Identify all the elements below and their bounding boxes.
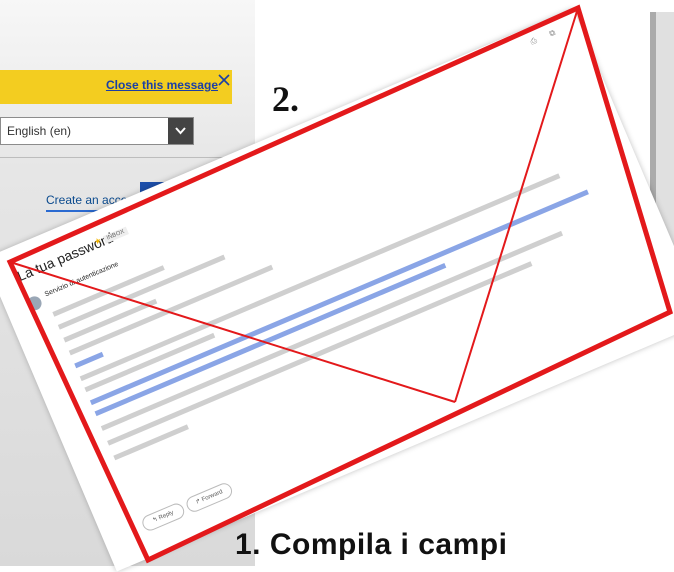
close-icon[interactable]	[216, 72, 232, 88]
email-body-line	[113, 424, 189, 461]
chevron-down-icon	[175, 127, 186, 135]
reply-label: Reply	[158, 509, 175, 522]
reply-button[interactable]: ↰ Reply	[139, 501, 187, 534]
notice-banner: Close this message	[0, 70, 232, 104]
email-body-link[interactable]	[89, 189, 589, 406]
divider	[0, 157, 240, 158]
language-select-value: English (en)	[7, 124, 72, 138]
email-toolbar-icons[interactable]: ⎙ ⧉	[529, 25, 563, 47]
language-select[interactable]: English (en)	[0, 117, 194, 145]
avatar	[25, 294, 44, 313]
step-2-label: 2.	[272, 79, 299, 119]
forward-label: Forward	[201, 489, 224, 504]
email-body-line	[84, 332, 216, 393]
email-body-link[interactable]	[74, 351, 104, 369]
language-dropdown-button[interactable]	[168, 118, 193, 144]
forward-button[interactable]: ↱ Forward	[184, 480, 235, 515]
close-message-link[interactable]: Close this message	[106, 78, 218, 92]
email-body-line	[57, 254, 226, 330]
email-body-line	[100, 230, 564, 431]
step-1-label: 1. Compila i campi	[235, 528, 508, 561]
